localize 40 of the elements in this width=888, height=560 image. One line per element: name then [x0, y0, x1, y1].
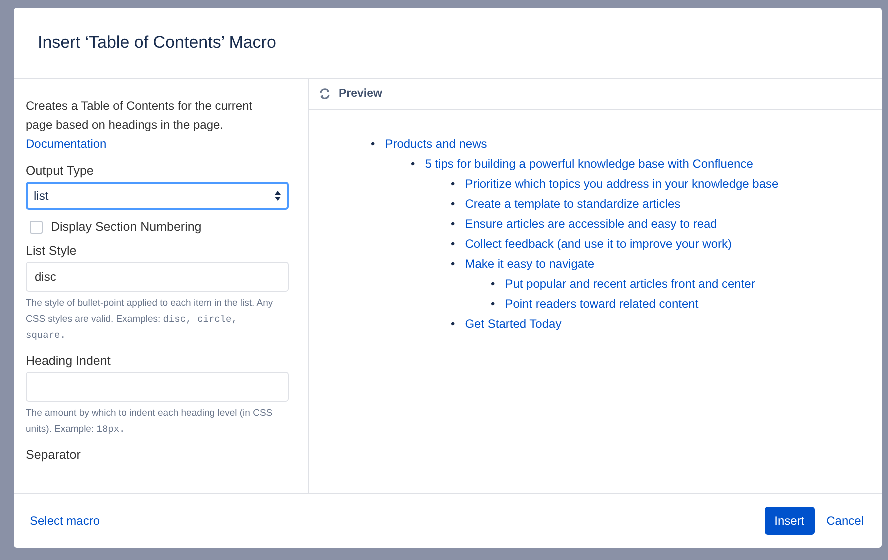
field-label: Output Type — [26, 164, 95, 178]
cancel-button[interactable]: Cancel — [826, 507, 864, 535]
dialog-title: Insert ‘Table of Contents’ Macro — [38, 33, 276, 53]
output-type-select[interactable]: list — [26, 182, 289, 210]
toc-link[interactable]: Ensure articles are accessible and easy to read — [465, 214, 718, 234]
refresh-icon[interactable] — [319, 88, 331, 100]
preview-header: Preview — [309, 79, 882, 110]
text-field[interactable] — [26, 372, 289, 402]
field-label: List Style — [26, 244, 78, 258]
field-label: Separator — [26, 448, 82, 462]
toc-link[interactable]: Prioritize which topics you address in your knowledge base — [465, 174, 779, 194]
checkbox[interactable] — [30, 220, 43, 234]
toc-link[interactable]: Products and news — [385, 134, 488, 154]
toc-link[interactable]: Create a template to standardize articles — [465, 194, 681, 214]
toc-link[interactable]: Point readers toward related content — [505, 294, 699, 314]
checkbox-label: Display Section Numbering — [51, 220, 202, 234]
select-arrows-icon — [275, 191, 281, 201]
toc-link[interactable]: Put popular and recent articles front and center — [505, 274, 756, 294]
bullet-marker: • — [491, 296, 496, 313]
help-text: The style of bullet-point applied to each item in the list. Any CSS styles are valid. Examples: disc, circle, square. — [26, 297, 274, 343]
bullet-marker: • — [451, 256, 456, 273]
field-label: Heading Indent — [26, 354, 112, 368]
toc-link[interactable]: 5 tips for building a powerful knowledge base with Confluence — [425, 154, 754, 174]
bullet-marker: • — [451, 316, 456, 333]
bullet-marker: • — [451, 236, 456, 253]
bullet-marker: • — [491, 276, 496, 293]
toc-link[interactable]: Get Started Today — [465, 314, 562, 334]
insert-button[interactable]: Insert — [764, 507, 815, 535]
select-macro-link[interactable]: Select macro — [30, 514, 100, 528]
help-text: The amount by which to indent each heading level (in CSS units). Example: 18px. — [26, 407, 274, 437]
toc-link[interactable]: Make it easy to navigate — [465, 254, 595, 274]
bullet-marker: • — [451, 216, 456, 233]
documentation-link[interactable]: Documentation — [26, 137, 107, 151]
bullet-marker: • — [411, 156, 416, 173]
bullet-marker: • — [371, 136, 376, 153]
text-field[interactable]: disc — [26, 262, 289, 292]
bullet-marker: • — [451, 196, 456, 213]
toc-link[interactable]: Collect feedback (and use it to improve your work) — [465, 234, 732, 254]
description-text: Creates a Table of Contents for the current page based on headings in the page. Documentation — [26, 98, 254, 153]
bullet-marker: • — [451, 176, 456, 193]
